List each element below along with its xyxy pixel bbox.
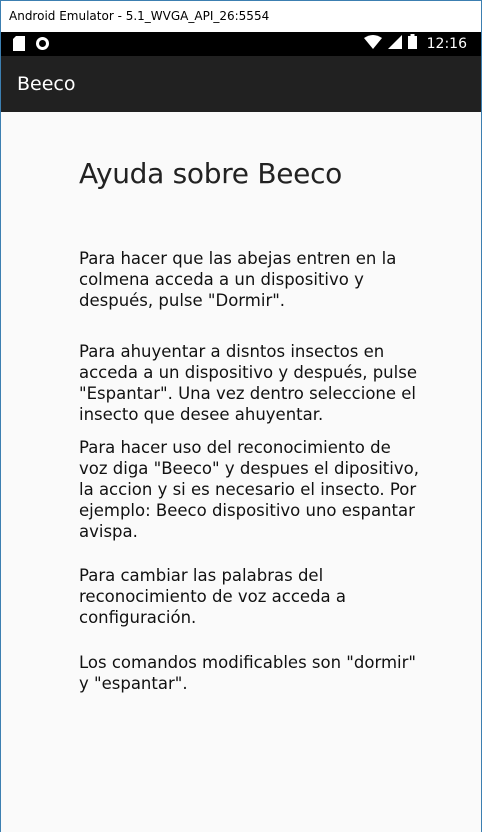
window-title: Android Emulator - 5.1_WVGA_API_26:5554 (1, 1, 481, 32)
page-title: Ayuda sobre Beeco (79, 157, 343, 190)
help-paragraph-scare: Para ahuyentar a disntos insectos en acc… (79, 342, 417, 424)
signal-icon (387, 34, 402, 54)
app-bar: Beeco (1, 56, 481, 112)
help-paragraph-voice: Para hacer uso del reconocimiento de voz… (79, 438, 419, 541)
wifi-icon (363, 34, 382, 54)
sd-card-icon (13, 36, 25, 56)
help-paragraph-sleep: Para hacer que las abejas entren en la c… (79, 249, 397, 310)
battery-icon (407, 34, 417, 54)
app-title: Beeco (17, 73, 76, 95)
help-content: Ayuda sobre Beeco Para hacer que las abe… (1, 112, 481, 832)
help-paragraph-config: Para cambiar las palabras del reconocimi… (79, 566, 347, 627)
help-paragraph-commands: Los comandos modificables son "dormir" y… (79, 653, 416, 693)
status-bar: 12:16 (1, 32, 481, 56)
status-time: 12:16 (426, 36, 467, 52)
emulator-window: Android Emulator - 5.1_WVGA_API_26:5554 … (0, 0, 482, 832)
circle-notification-icon (35, 36, 50, 56)
